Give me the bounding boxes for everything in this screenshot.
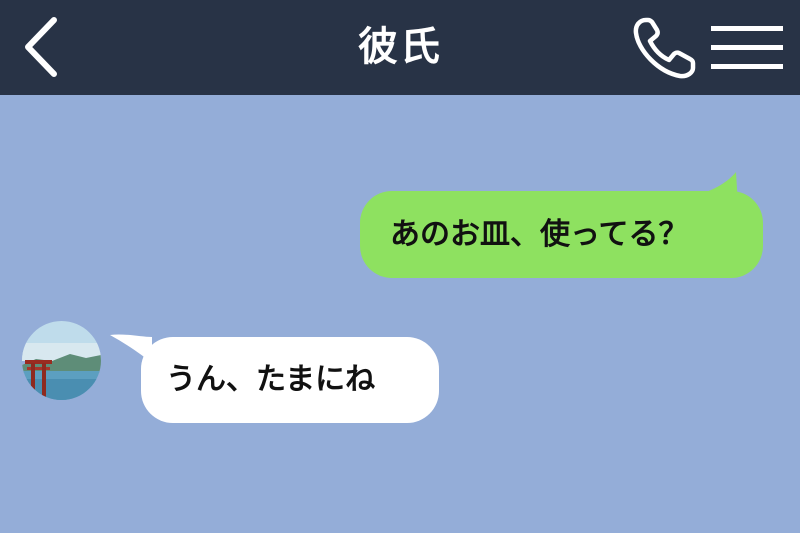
back-button[interactable] — [14, 14, 74, 80]
phone-icon — [633, 17, 696, 79]
message-bubble-received[interactable]: うん、たまにね — [141, 337, 439, 423]
message-bubble-sent[interactable]: あのお皿、使ってる？ — [360, 191, 763, 278]
chat-title: 彼氏 — [358, 24, 442, 70]
hamburger-menu-icon — [711, 26, 783, 69]
chat-header: 彼氏 — [0, 0, 800, 95]
menu-button[interactable] — [707, 20, 787, 76]
torii-photo-avatar — [22, 321, 101, 400]
chevron-left-icon — [25, 17, 57, 77]
partner-avatar[interactable] — [22, 321, 101, 400]
call-button[interactable] — [630, 16, 702, 82]
chat-screen: 彼氏 あのお皿、使ってる？ うん、たまにね — [0, 0, 800, 533]
